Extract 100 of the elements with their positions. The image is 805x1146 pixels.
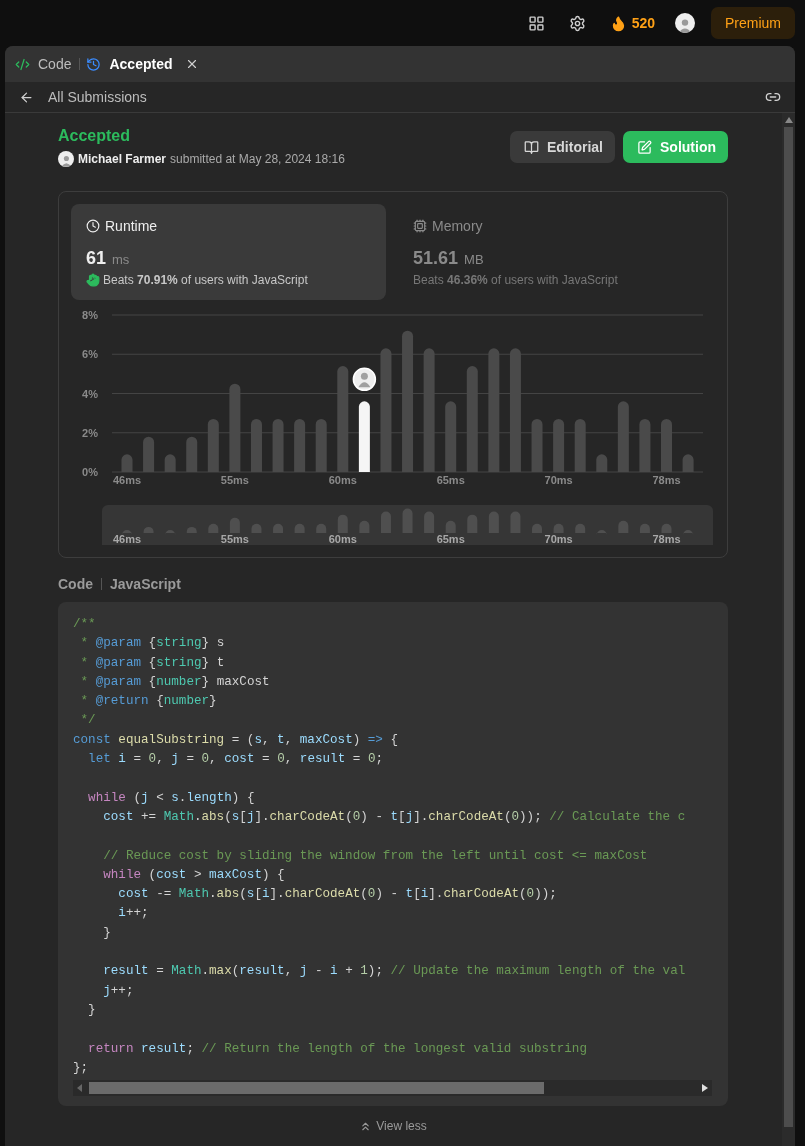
overview-bar (661, 523, 672, 533)
code-line: } (87, 1001, 97, 1019)
overview-bar (294, 523, 305, 533)
code-line: */ (79, 712, 97, 730)
range-overview[interactable]: 46ms 55ms 60ms 65ms 70ms 78ms (102, 505, 713, 545)
code-line: * @return {number} (79, 693, 218, 711)
overview-bar (488, 511, 499, 533)
axis-label: 0% (82, 466, 98, 478)
code-icon (15, 56, 30, 72)
overview-bar (553, 523, 564, 533)
axis-label: 2% (82, 426, 98, 439)
submission-time: submitted at May 28, 2024 18:16 (170, 152, 345, 166)
axis-label: 46ms (112, 533, 142, 545)
code-line: let i = 0, j = 0, cost = 0, result = 0; (87, 751, 384, 769)
code-line: while (j < s.length) { (87, 789, 256, 807)
code-line: cost -= Math.abs(s[i].charCodeAt(0) - t[i].charCodeAt(0)); (117, 886, 558, 904)
metric-title: Memory (432, 218, 483, 234)
metric-card[interactable]: Memory 51.61 MB Beats 46.36% of users with JavaScript (398, 204, 713, 300)
overview-bar (186, 526, 197, 533)
author-name[interactable]: Michael Farmer (78, 152, 167, 166)
code-title: Code (58, 576, 93, 592)
metric-card[interactable]: Runtime 61 ms Beats 70.91% of users with JavaScript (71, 204, 386, 300)
axis-label: 78ms (652, 533, 681, 545)
beats-text: Beats 70.91% of users with JavaScript (103, 273, 308, 287)
overview-bar (532, 523, 542, 533)
code-line: // Reduce cost by sliding the window from the left until cost <= maxCost (102, 847, 649, 865)
overview-bar (251, 523, 262, 533)
metric-value: 51.61 (413, 248, 459, 269)
overview-bar (402, 508, 413, 533)
code-line: * @param {number} maxCost (79, 673, 271, 691)
edit-icon (637, 139, 652, 155)
scroll-left-icon[interactable] (77, 1084, 83, 1093)
all-submissions-link[interactable]: All Submissions (48, 89, 751, 105)
scroll-right-icon[interactable] (702, 1084, 708, 1093)
view-less-button[interactable]: View less (353, 1118, 433, 1135)
overview-bar (316, 523, 327, 533)
author-avatar (58, 151, 74, 167)
axis-label: 60ms (328, 533, 357, 545)
metric-unit: ms (112, 252, 130, 267)
axis-label: 8% (82, 309, 98, 321)
overview-bar (229, 517, 240, 533)
metric-title: Runtime (105, 218, 158, 234)
history-icon (86, 56, 102, 72)
code-line: * @param {string} t (79, 654, 226, 672)
axis-label: 60ms (328, 474, 357, 486)
overview-bar (510, 511, 521, 533)
premium-button[interactable]: Premium (711, 7, 795, 39)
axis-label: 6% (82, 348, 98, 361)
avatar (675, 13, 695, 33)
code-line: i++; (117, 905, 150, 923)
submission-status: Accepted (58, 127, 132, 145)
overview-bar (683, 529, 694, 535)
overview-bar (445, 520, 456, 533)
language-label: JavaScript (110, 576, 181, 592)
code-line: * @param {string} s (79, 635, 226, 653)
overview-bar (208, 523, 219, 533)
axis-label: 70ms (544, 474, 573, 486)
overview-bar (618, 520, 629, 533)
code-line: cost += Math.abs(s[j].charCodeAt(0) - t[j].charCodeAt(0)); // Calculate the c (102, 808, 687, 826)
metric-unit: MB (464, 252, 484, 267)
user-avatar-icon (352, 367, 377, 392)
code-line: /** (73, 616, 97, 633)
streak-counter[interactable]: 520 (605, 10, 659, 36)
code-line: while (cost > maxCost) { (102, 866, 286, 884)
code-line: } (102, 924, 112, 942)
overview-bar (165, 529, 176, 535)
code-line: result = Math.max(result, j - i + 1); // Update the maximum length of the val (102, 963, 687, 981)
axis-label: 55ms (220, 474, 249, 486)
overview-bar (467, 514, 478, 533)
axis-label: 55ms (220, 533, 249, 545)
axis-label: 78ms (652, 474, 681, 486)
overview-bar (337, 514, 348, 533)
code-line: const equalSubstring = (s, t, maxCost) => { (73, 731, 400, 749)
hand-icon (86, 273, 100, 287)
editorial-button[interactable]: Editorial (510, 131, 615, 163)
overview-bar (596, 529, 607, 535)
axis-label: 70ms (544, 533, 573, 545)
tab[interactable]: Code (36, 54, 74, 74)
code-line: j++; (102, 982, 135, 1000)
axis-label: 4% (82, 387, 98, 400)
axis-label: 65ms (436, 533, 465, 545)
code-line: return result; // Return the length of the longest valid substring (87, 1040, 588, 1058)
axis-label: 65ms (436, 474, 465, 486)
axis-label: 46ms (112, 474, 142, 486)
horizontal-scrollbar[interactable] (73, 1080, 712, 1097)
metric-value: 61 (86, 248, 107, 269)
overview-bar (639, 523, 650, 533)
overview-bar (575, 523, 586, 533)
overview-bar (273, 523, 284, 533)
code-line: }; (73, 1059, 90, 1077)
book-icon (524, 139, 539, 155)
vertical-scrollbar[interactable] (782, 113, 795, 1146)
overview-bar (424, 511, 435, 533)
overview-bar (122, 529, 132, 535)
overview-bar (143, 526, 154, 533)
chip-icon (413, 219, 427, 233)
beats-text: Beats 46.36% of users with JavaScript (413, 273, 618, 287)
clock-icon (86, 219, 100, 233)
tab[interactable]: Accepted (107, 54, 175, 74)
scroll-up-icon[interactable] (784, 117, 793, 123)
